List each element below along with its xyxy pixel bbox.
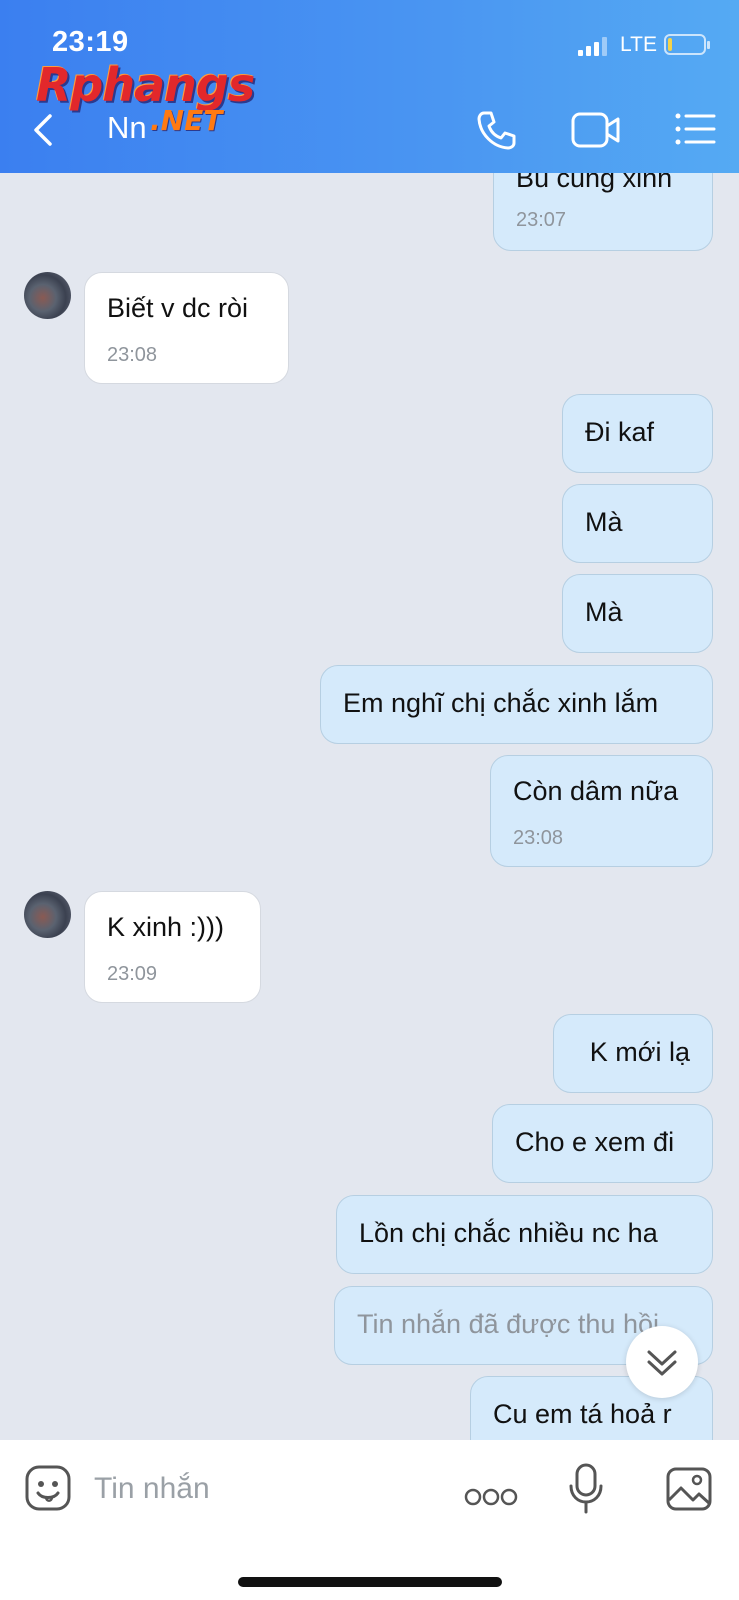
message-bubble-sent[interactable]: Đi kaf	[562, 394, 713, 473]
phone-icon[interactable]	[474, 108, 518, 157]
watermark-suffix: .NET	[150, 104, 223, 137]
chat-header: 23:19 LTE Rphangs .NET Nn	[0, 0, 739, 173]
video-call-icon[interactable]	[570, 110, 622, 155]
scroll-down-button[interactable]	[626, 1326, 698, 1398]
message-time: 23:09	[107, 963, 158, 985]
home-indicator	[238, 1577, 502, 1587]
message-text: Biết v dc ròi	[107, 293, 249, 323]
sticker-icon[interactable]	[24, 1464, 72, 1517]
message-input[interactable]	[94, 1472, 424, 1506]
message-text: Bù cũng xinh	[516, 173, 673, 193]
message-bubble-sent[interactable]: K mới lạ	[553, 1014, 713, 1093]
message-text: Tin nhắn đã được thu hồi	[357, 1309, 659, 1339]
message-text: Mà	[585, 507, 623, 537]
message-text: K xinh :)))	[107, 912, 225, 942]
message-bubble-sent[interactable]: Mà	[562, 484, 713, 563]
microphone-icon[interactable]	[568, 1462, 604, 1521]
image-icon[interactable]	[665, 1466, 713, 1517]
message-text: Em nghĩ chị chắc xinh lắm	[343, 688, 659, 718]
avatar[interactable]	[24, 891, 71, 938]
message-time: 23:08	[107, 344, 158, 366]
menu-list-icon[interactable]	[674, 112, 716, 151]
contact-name[interactable]: Nn	[107, 110, 147, 146]
message-bubble-sent[interactable]: Lồn chị chắc nhiều nc ha	[336, 1195, 713, 1274]
message-text: Lồn chị chắc nhiều nc ha	[359, 1218, 658, 1248]
message-time: 23:07	[516, 209, 567, 231]
message-text: Đi kaf	[585, 417, 655, 447]
battery-icon	[664, 34, 710, 55]
message-bubble-sent[interactable]: Bù cũng xinh 23:07	[493, 173, 713, 251]
message-bubble-sent[interactable]: Còn dâm nữa 23:08	[490, 755, 713, 867]
network-label: LTE	[620, 33, 657, 56]
message-bubble-received[interactable]: K xinh :))) 23:09	[84, 891, 261, 1003]
message-bubble-received[interactable]: Biết v dc ròi 23:08	[84, 272, 289, 384]
message-bubble-sent[interactable]: Cho e xem đi	[492, 1104, 713, 1183]
message-text: Còn dâm nữa	[513, 776, 679, 806]
scroll-down-icon	[647, 1350, 677, 1376]
message-bubble-sent[interactable]: Mà	[562, 574, 713, 653]
message-text: Cu em tá hoả r	[493, 1399, 672, 1429]
composer-bar	[0, 1440, 739, 1600]
message-text: Cho e xem đi	[515, 1127, 675, 1157]
message-time: 23:08	[513, 827, 564, 849]
message-list[interactable]: Bù cũng xinh 23:07 Biết v dc ròi 23:08 Đ…	[0, 173, 739, 1440]
more-icon[interactable]	[464, 1486, 518, 1513]
status-time: 23:19	[52, 26, 129, 58]
message-text: K mới lạ	[589, 1037, 690, 1067]
message-bubble-sent[interactable]: Em nghĩ chị chắc xinh lắm	[320, 665, 713, 744]
avatar[interactable]	[24, 272, 71, 319]
back-icon[interactable]	[28, 110, 58, 150]
message-text: Mà	[585, 597, 623, 627]
signal-icon	[578, 36, 608, 56]
